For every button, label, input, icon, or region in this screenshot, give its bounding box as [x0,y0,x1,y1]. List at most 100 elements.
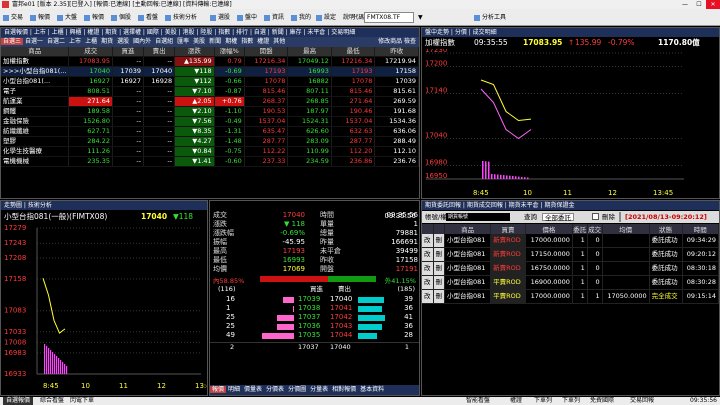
menu-technical[interactable]: 技術分析 [165,11,197,24]
quote-subtab[interactable]: 美股 [191,38,207,45]
quote-row[interactable]: 化學生技醫療 111.26 -- -- ▼0.84 -0.75 112.22 110.99 11… [1,146,419,157]
order-column-header[interactable]: 買賣 [490,224,526,234]
change-order-button[interactable]: 改 [422,261,434,276]
quote-subtab[interactable]: 權證 [255,38,271,45]
cancel-order-button[interactable]: 刪 [433,247,445,262]
bottom-order-bar-2[interactable]: 下單列 [562,397,580,405]
order-row[interactable]: 改刪小型台指081 平賣ROD 17000.0000 1 1 17050.0000 完全成交… [422,289,719,304]
menu-screener[interactable]: 選股 [210,11,230,24]
quote-subtab[interactable]: 其他 [271,38,287,45]
order-column-header[interactable] [433,224,445,234]
maximize-button[interactable]: ☐ [692,0,706,9]
cancel-order-button[interactable]: 刪 [433,261,445,276]
menu-mine[interactable]: 我的 [291,11,311,24]
quote-subtab[interactable]: 期權 [223,38,239,45]
bottom-tab-overview[interactable]: 綜合看盤 [40,397,64,405]
change-order-button[interactable]: 改 [422,247,434,262]
quote-row[interactable]: 電子 808.51 -- -- ▼7.10 -0.87 815.46 807.11 815.46… [1,86,419,97]
menu-quote[interactable]: 報價 [30,11,50,24]
quote-column-header[interactable]: 最低 [331,47,376,57]
quote-subtab[interactable]: 自選三 [1,38,24,45]
quote-column-header[interactable]: 最高 [287,47,332,57]
menu-intraday[interactable]: 盤中 [237,11,257,24]
quote-column-header[interactable]: 漲幅% [214,47,245,57]
quote-column-header[interactable]: 買進 [112,47,145,57]
quote-column-header[interactable]: 漲跌 [174,47,215,57]
order-column-header[interactable]: 均價 [602,224,650,234]
query-button[interactable]: 查詢 [524,211,537,223]
quote-row[interactable]: 加權指數 17083.95 -- -- ▲135.99 0.79 17216.34 17049… [1,56,419,67]
order-row[interactable]: 改刪小型台指081 平賣ROD 16900.0000 1 0 委託成功 08:30:28 [422,275,719,290]
menu-settings[interactable]: 設定 [316,11,336,24]
close-button[interactable]: ✕ [706,0,720,9]
order-column-header[interactable]: 狀態 [649,224,683,234]
quote-subtab[interactable]: 上市 [67,38,83,45]
bottom-order-bar[interactable]: 下單列 [534,397,552,405]
order-column-header[interactable]: 委託 [572,224,588,234]
order-row[interactable]: 改刪小型台指081 新賣ROD 16750.0000 1 0 委託成功 08:30:18 [422,261,719,276]
detail-tab[interactable]: 報價 [210,386,227,393]
quote-row[interactable]: 小型台指081(... 16927 16927 16928 ▼112 -0.66 17078… [1,76,419,87]
quote-column-header[interactable]: 開盤 [244,47,289,57]
menu-market[interactable]: 大盤 [57,11,77,24]
quote-column-header[interactable]: 商品 [1,47,70,57]
search-icon[interactable]: ▼ [418,11,423,24]
change-order-button[interactable]: 改 [422,289,434,304]
order-column-header[interactable]: 時間 [682,224,719,234]
quote-subtab[interactable]: 新聞 [207,38,223,45]
bottom-warrant[interactable]: 權證 [510,397,522,405]
detail-tab[interactable]: 分量表 [308,386,330,393]
menu-info[interactable]: 資訊 [264,11,284,24]
cancel-order-button[interactable]: 刪 [433,289,445,304]
detail-tab[interactable]: 分價圖 [286,386,308,393]
order-column-header[interactable]: 價格 [525,224,573,234]
change-order-button[interactable]: 改 [422,234,434,248]
delete-checkbox[interactable] [592,213,599,220]
quote-subtab[interactable]: 選股 [115,38,131,45]
cancel-order-button[interactable]: 刪 [433,275,445,290]
quote-row[interactable]: 紡織纖維 627.71 -- -- ▼8.35 -1.31 635.47 626.60 632.… [1,126,419,137]
code-input[interactable]: FMTX08.TF [364,12,414,23]
quote-row[interactable]: >>>小型台指081(... 17040 17039 17040 ▼118 -0.69 17… [1,66,419,77]
menu-trade[interactable]: 交易 [3,11,23,24]
quote-subtab[interactable]: 匯率 [175,38,191,45]
bottom-tab-flash[interactable]: 閃電下單 [70,397,94,405]
detail-tab[interactable]: 價量表 [242,386,264,393]
quote-column-header[interactable]: 賣出 [143,47,176,57]
menu-analysis[interactable]: 分析工具 [474,11,506,24]
detail-tab[interactable]: 明細 [226,386,242,393]
account-select[interactable]: 期貨帳號 [446,213,510,221]
cancel-order-button[interactable]: 刪 [433,234,445,248]
quote-row[interactable]: 電機機械 235.35 -- -- ▼1.41 -0.60 237.33 234.59 236.… [1,156,419,167]
quote-subtab[interactable]: 自選二 [45,38,67,45]
quote-subtab[interactable]: 自選一 [23,38,45,45]
detail-tab[interactable]: 分價表 [264,386,286,393]
quote-row[interactable]: 塑膠 284.22 -- -- ▼4.27 -1.48 287.77 283.09 287.77… [1,136,419,147]
minimize-button[interactable]: — [678,0,692,9]
quote-column-header[interactable]: 成交 [68,47,114,57]
order-row[interactable]: 改刪小型台指081 新賣ROD 17150.0000 1 0 委託成功 09:20:12 [422,247,719,262]
order-column-header[interactable]: 商品 [444,224,492,234]
menu-quote-2[interactable]: 報價 [84,11,104,24]
change-order-button[interactable]: 改 [422,275,434,290]
order-filter-select[interactable]: 全部委託 [542,213,574,222]
quote-row[interactable]: 航運業 271.64 -- -- ▲2.05 +0.76 268.37 268.85 271.6… [1,96,419,107]
bottom-report[interactable]: 交易回報 [630,397,654,405]
menu-watch[interactable]: 看盤 [138,11,158,24]
quote-subtab[interactable]: 上櫃 [83,38,99,45]
bottom-smart[interactable]: 智能看盤 [466,397,490,405]
bottom-intl[interactable]: 免費國際 [590,397,614,405]
quote-subtab[interactable]: 自選組 [153,38,175,45]
quote-subtab[interactable]: 指數 [239,38,255,45]
detail-tab[interactable]: 基本資料 [358,386,386,393]
order-column-header[interactable]: 成交 [587,224,603,234]
quote-subtab[interactable]: 期貨 [99,38,115,45]
bottom-tab-quote[interactable]: 自選報價 [3,397,34,405]
quote-row[interactable]: 金融保險 1526.80 -- -- ▼7.56 -0.49 1537.04 1524.31 1… [1,116,419,127]
quote-column-header[interactable]: 昨收 [374,47,419,57]
order-column-header[interactable] [422,224,434,234]
detail-tab[interactable]: 相對報價 [330,386,358,393]
menu-stock[interactable]: 個股 [111,11,131,24]
edit-products-button[interactable]: 修改商品 檢查 [378,37,416,47]
delete-button[interactable]: 刪除 [602,211,615,223]
